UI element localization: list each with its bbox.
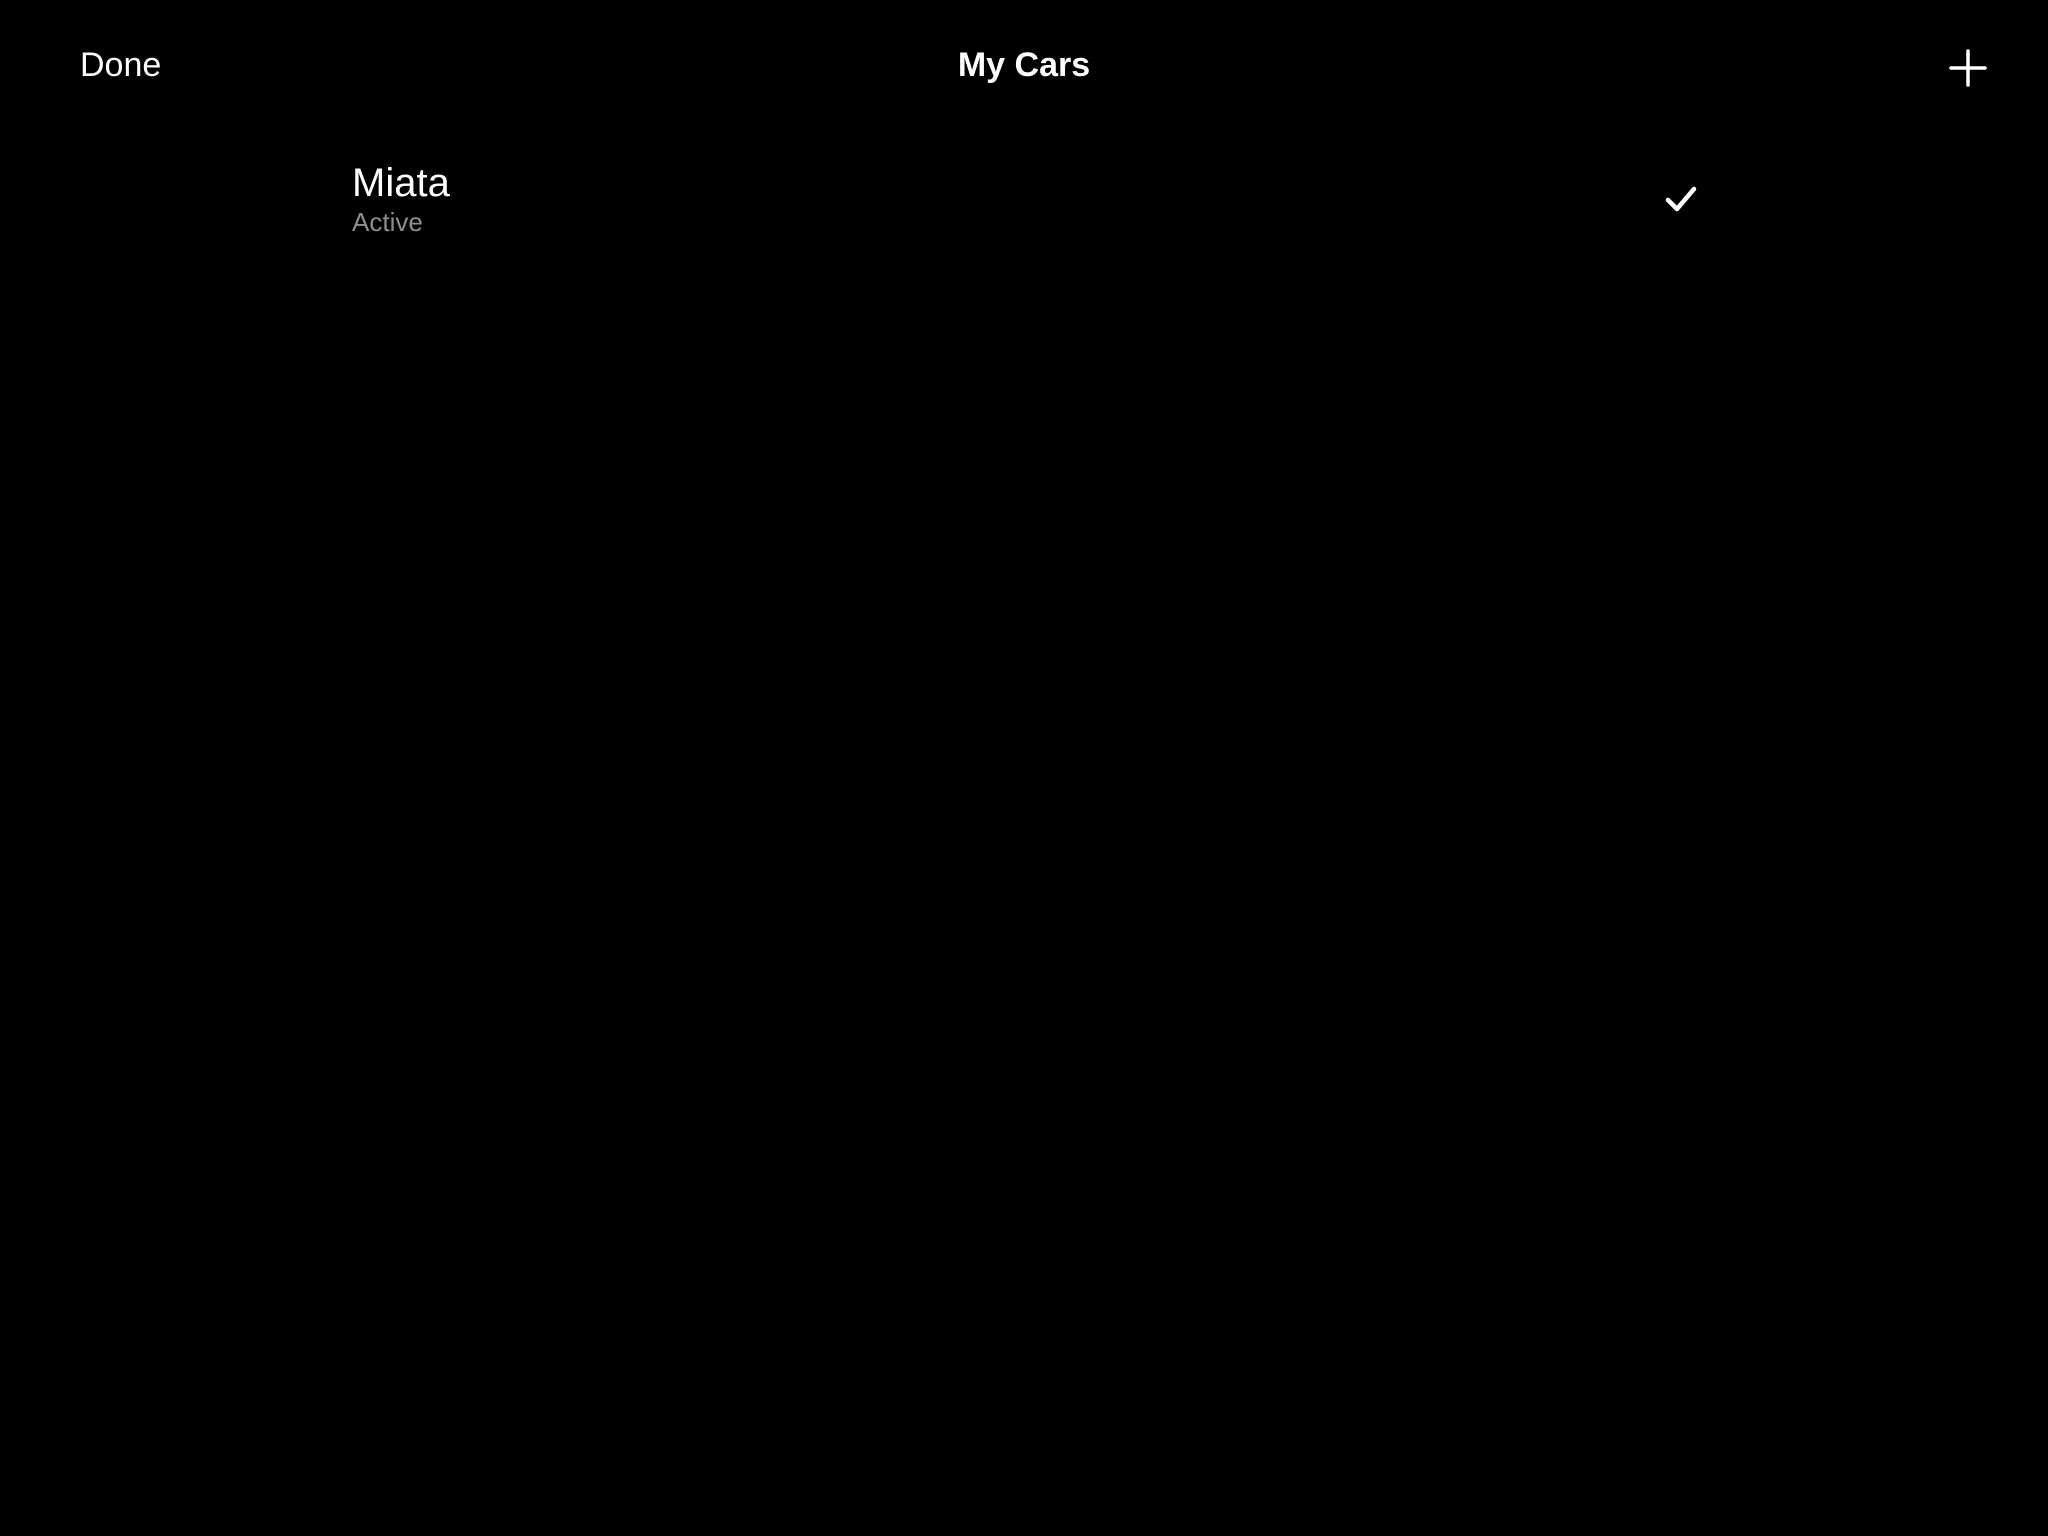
car-status: Active <box>352 207 423 237</box>
done-button[interactable]: Done <box>80 40 161 90</box>
car-list-item[interactable]: Miata Active <box>340 150 1708 250</box>
plus-icon <box>1946 46 1990 90</box>
car-name: Miata <box>352 161 450 205</box>
navigation-bar: Done My Cars <box>0 0 2048 130</box>
app-window: Done My Cars Miata Active <box>0 0 2048 1536</box>
add-car-button[interactable] <box>1946 46 1990 90</box>
page-title: My Cars <box>957 46 1091 84</box>
checkmark-icon <box>1664 184 1698 214</box>
